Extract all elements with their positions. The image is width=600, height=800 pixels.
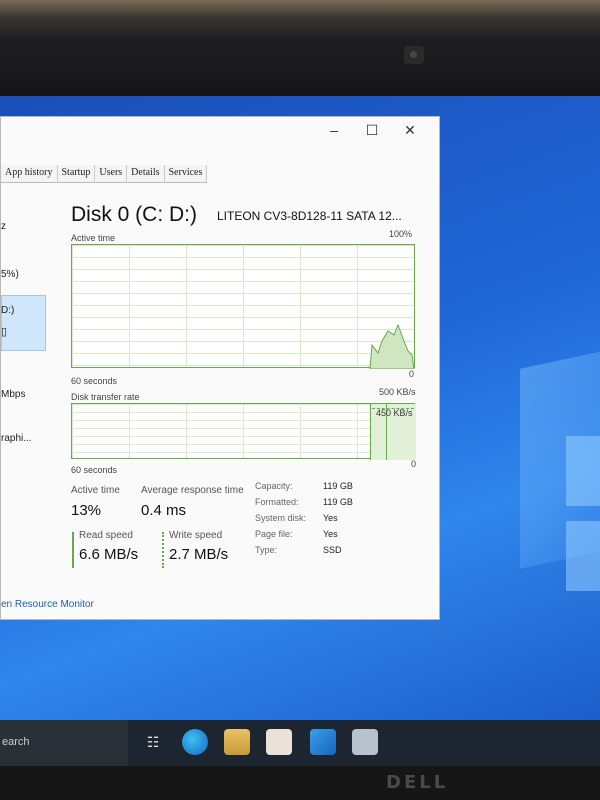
capacity-label: Capacity:: [255, 481, 293, 491]
task-view-icon[interactable]: ☷: [140, 729, 166, 755]
laptop-bezel-top: [0, 0, 600, 100]
avg-response-label: Average response time: [141, 485, 244, 496]
active-time-graph-max: 100%: [389, 229, 413, 239]
write-speed-indicator: [162, 532, 164, 568]
sidebar-item-cpu[interactable]: z: [1, 221, 6, 232]
type-value: SSD: [323, 545, 342, 555]
generic-app-icon[interactable]: [352, 729, 378, 755]
title-bar: – ☐ ✕: [1, 117, 439, 143]
store-icon[interactable]: [266, 729, 292, 755]
page-file-label: Page file:: [255, 529, 293, 539]
webcam: [404, 46, 424, 64]
disk-mini-graph-icon: ▯: [1, 326, 8, 338]
read-speed-label: Read speed: [79, 530, 133, 541]
tab-app-history[interactable]: App history: [1, 165, 58, 183]
transfer-rate-marker: 450 KB/s: [376, 408, 413, 418]
wallpaper-pane: [566, 521, 600, 591]
tab-details[interactable]: Details: [127, 165, 165, 183]
formatted-label: Formatted:: [255, 497, 299, 507]
minimize-button[interactable]: –: [319, 119, 349, 141]
transfer-rate-duration: 60 seconds: [71, 465, 118, 475]
wallpaper-pane: [566, 436, 600, 506]
transfer-rate-graph-label: Disk transfer rate: [71, 392, 140, 402]
write-speed-label: Write speed: [169, 530, 223, 541]
tab-startup[interactable]: Startup: [57, 165, 96, 183]
system-disk-value: Yes: [323, 513, 338, 523]
file-explorer-icon[interactable]: [224, 729, 250, 755]
type-label: Type:: [255, 545, 278, 555]
write-speed-value: 2.7 MB/s: [169, 546, 229, 563]
task-manager-window: – ☐ ✕ App history Startup Users Details …: [0, 116, 440, 620]
avg-response-value: 0.4 ms: [141, 502, 187, 519]
tab-users[interactable]: Users: [95, 165, 128, 183]
formatted-value: 119 GB: [323, 497, 353, 507]
active-time-line: [369, 323, 415, 369]
active-time-min: 0: [409, 369, 415, 379]
read-speed-value: 6.6 MB/s: [79, 546, 139, 563]
laptop-logo: DELL: [386, 772, 449, 793]
capacity-value: 119 GB: [323, 481, 353, 491]
active-time-stat-value: 13%: [71, 502, 102, 519]
system-disk-label: System disk:: [255, 513, 307, 523]
sidebar-item-gpu[interactable]: raphi...: [1, 433, 32, 444]
sidebar-item-disk-selected[interactable]: [1, 295, 46, 351]
sidebar-item-network[interactable]: Mbps: [1, 389, 25, 400]
transfer-rate-graph-max: 500 KB/s: [379, 387, 416, 397]
sidebar-item-disk[interactable]: D:): [1, 305, 14, 316]
taskbar: earch ☷: [0, 720, 600, 766]
maximize-button[interactable]: ☐: [357, 119, 387, 141]
transfer-rate-min: 0: [411, 459, 417, 469]
page-file-value: Yes: [323, 529, 338, 539]
laptop-bezel-bottom: [0, 766, 600, 800]
tab-strip: App history Startup Users Details Servic…: [1, 165, 208, 183]
active-time-duration: 60 seconds: [71, 376, 118, 386]
page-title: Disk 0 (C: D:): [71, 203, 197, 226]
read-speed-indicator: [72, 532, 74, 568]
close-button[interactable]: ✕: [395, 119, 425, 141]
active-time-graph: [71, 244, 415, 369]
mail-icon[interactable]: [310, 729, 336, 755]
active-time-graph-label: Active time: [71, 233, 116, 243]
sidebar-item-memory[interactable]: 5%): [1, 269, 19, 280]
tab-services[interactable]: Services: [164, 165, 208, 183]
active-time-stat-label: Active time: [71, 485, 120, 496]
edge-icon[interactable]: [182, 729, 208, 755]
open-resource-monitor-link[interactable]: en Resource Monitor: [1, 599, 94, 610]
transfer-rate-graph: 450 KB/s: [71, 403, 416, 460]
disk-model: LITEON CV3-8D128-11 SATA 12...: [217, 209, 402, 223]
search-input[interactable]: earch: [0, 720, 128, 766]
transfer-rate-spike: [370, 404, 371, 460]
